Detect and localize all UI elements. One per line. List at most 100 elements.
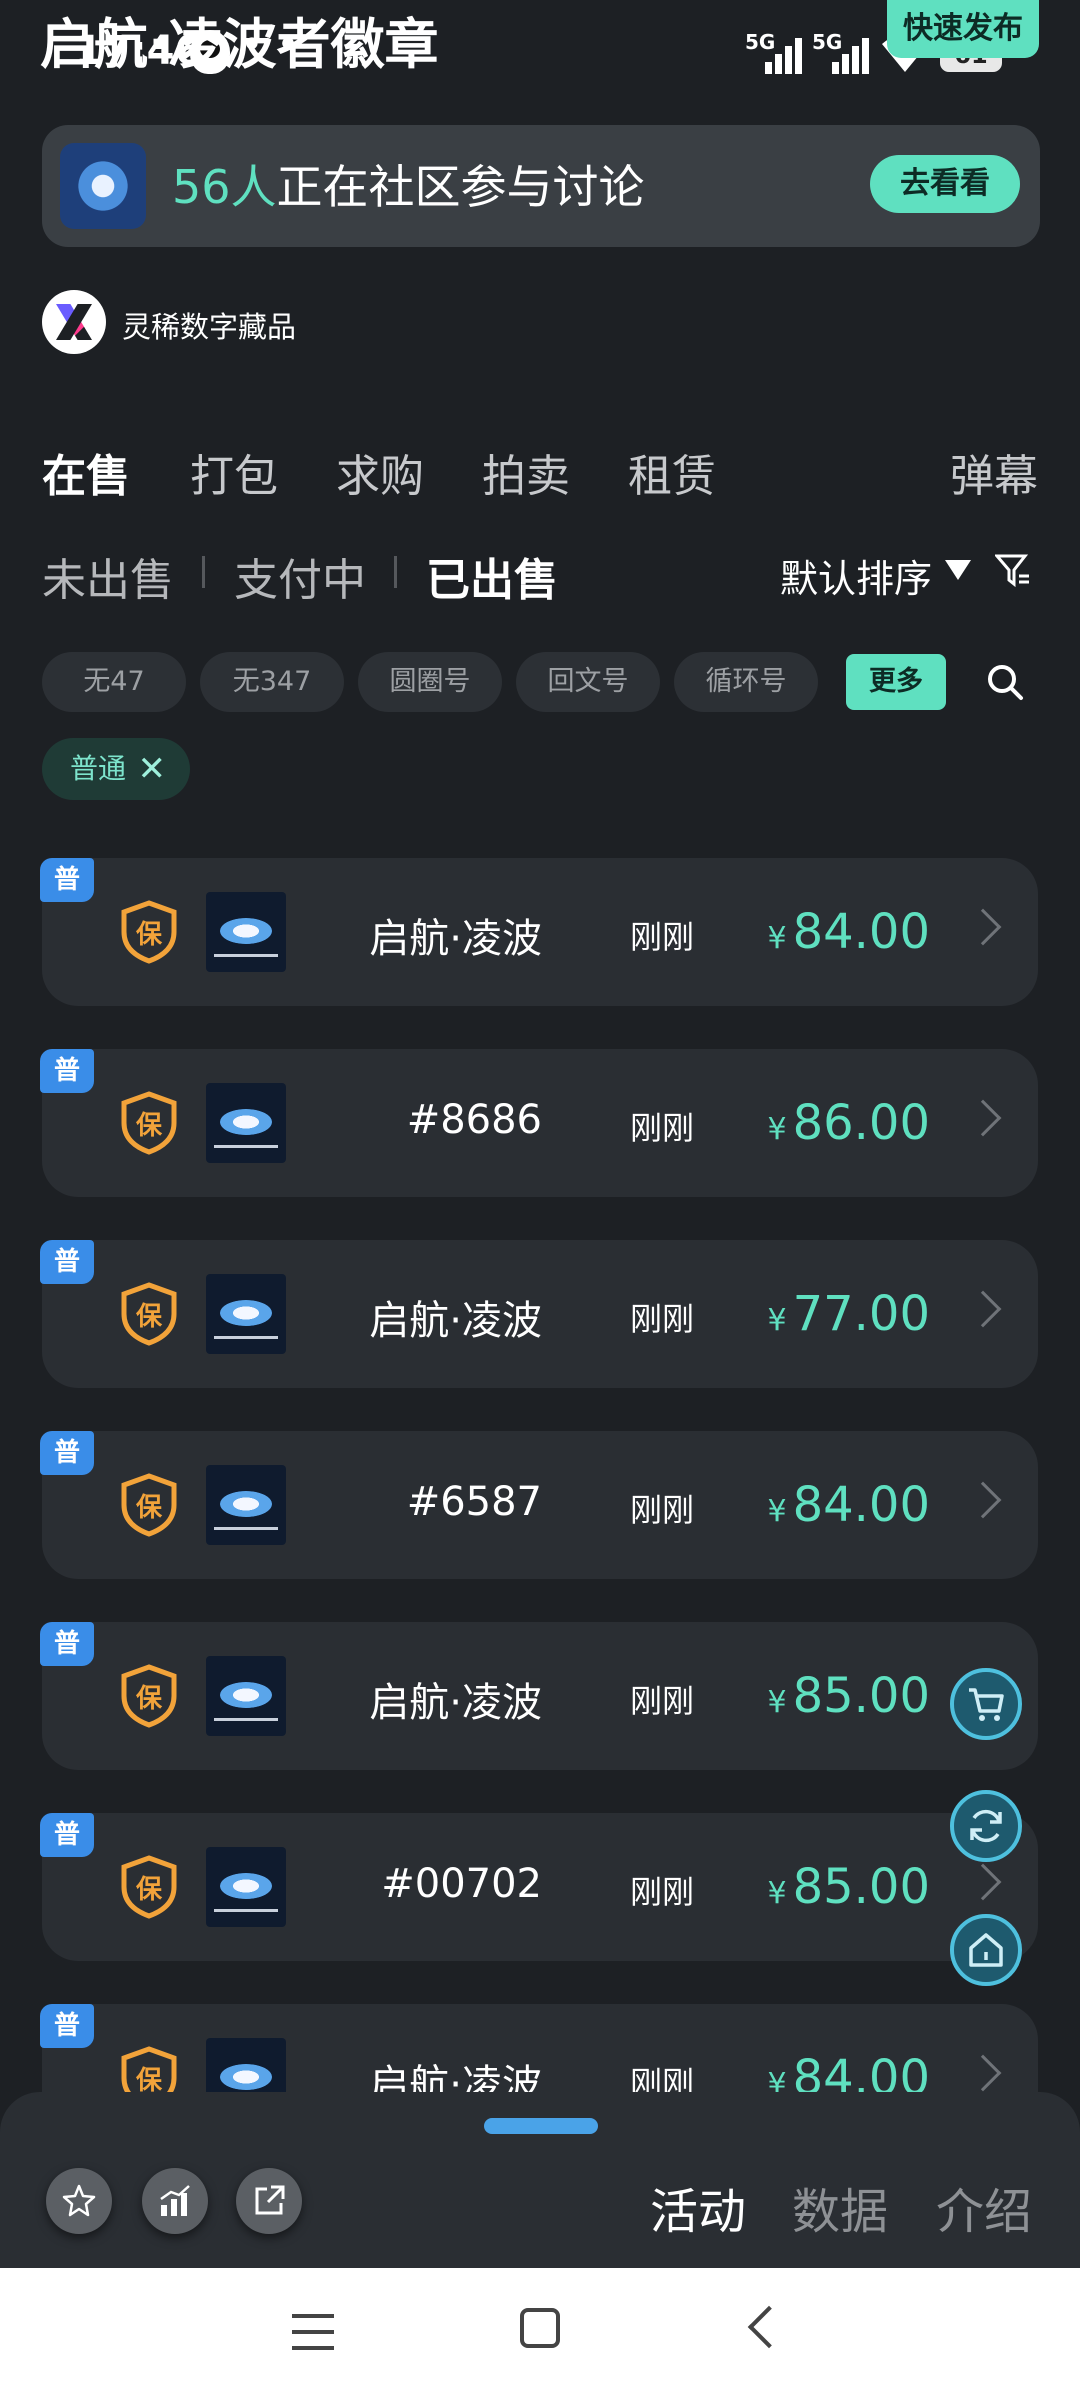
- caret-down-icon[interactable]: [945, 560, 971, 580]
- item-price: ¥85.00: [767, 1859, 930, 1915]
- item-thumbnail: [206, 1847, 286, 1927]
- item-price: ¥86.00: [767, 1095, 930, 1151]
- price-value: 85.00: [792, 1859, 930, 1915]
- guarantee-label: 保: [135, 1302, 162, 1332]
- chip-filter[interactable]: 无347: [200, 652, 344, 712]
- price-value: 84.00: [792, 904, 930, 960]
- item-time: 刚刚: [630, 1682, 695, 1720]
- item-price: ¥84.00: [767, 1477, 930, 1533]
- brand-logo[interactable]: [42, 290, 106, 354]
- signal-icon: 5G: [745, 30, 805, 74]
- brand-name[interactable]: 灵稀数字藏品: [122, 304, 296, 346]
- refresh-icon[interactable]: [950, 1790, 1022, 1862]
- subtab-divider: [394, 556, 397, 588]
- filter-icon[interactable]: [993, 553, 1031, 589]
- subtab-sold[interactable]: 已出售: [426, 544, 558, 608]
- currency-symbol: ¥: [767, 1112, 787, 1147]
- subtab-paying[interactable]: 支付中: [234, 544, 366, 608]
- chevron-right-icon[interactable]: [964, 1863, 1002, 1901]
- system-navbar: [0, 2268, 1080, 2400]
- more-filters-button[interactable]: 更多: [846, 654, 946, 710]
- currency-symbol: ¥: [767, 1685, 787, 1720]
- item-time: 刚刚: [630, 1491, 695, 1529]
- item-time: 刚刚: [630, 1300, 695, 1338]
- community-text: 56人正在社区参与讨论: [172, 151, 645, 217]
- bottom-sheet: 活动 数据 介绍: [0, 2092, 1080, 2268]
- rarity-badge: 普: [40, 1813, 94, 1857]
- back-icon[interactable]: [747, 2305, 791, 2349]
- chip-filter[interactable]: 循环号: [674, 652, 818, 712]
- guarantee-shield-icon: 保: [120, 900, 178, 964]
- star-icon[interactable]: [46, 2168, 112, 2234]
- home-icon[interactable]: [950, 1914, 1022, 1986]
- item-time: 刚刚: [630, 1109, 695, 1147]
- list-item[interactable]: 普 保 #00702 刚刚 ¥85.00: [40, 1813, 1038, 1961]
- signal-icon-2: 5G: [812, 30, 872, 74]
- chip-filter[interactable]: 圆圈号: [358, 652, 502, 712]
- signal-label: 5G: [745, 30, 776, 54]
- tab-intro[interactable]: 介绍: [936, 2172, 1032, 2242]
- tab-wanted[interactable]: 求购: [336, 440, 424, 504]
- active-filter-label: 普通: [70, 752, 127, 785]
- tab-auction[interactable]: 拍卖: [482, 440, 570, 504]
- price-value: 85.00: [792, 1668, 930, 1724]
- menu-icon[interactable]: [292, 2314, 334, 2350]
- chart-icon[interactable]: [142, 2168, 208, 2234]
- item-price: ¥85.00: [767, 1668, 930, 1724]
- subtab-unsold[interactable]: 未出售: [42, 544, 174, 608]
- guarantee-shield-icon: 保: [120, 1282, 178, 1346]
- community-banner[interactable]: 56人正在社区参与讨论 去看看: [42, 125, 1040, 247]
- community-caption: 正在社区参与讨论: [276, 160, 645, 214]
- price-value: 77.00: [792, 1286, 930, 1342]
- item-time: 刚刚: [630, 1873, 695, 1911]
- participant-count: 56人: [172, 160, 277, 214]
- currency-symbol: ¥: [767, 1303, 787, 1338]
- list-item[interactable]: 普 保 启航·凌波 刚刚 ¥77.00: [40, 1240, 1038, 1388]
- item-thumbnail: [206, 892, 286, 972]
- page-title: 启航·凌波者徽章: [40, 13, 439, 76]
- signal-label-2: 5G: [812, 30, 843, 54]
- sheet-drag-handle[interactable]: [484, 2118, 598, 2134]
- rarity-badge: 普: [40, 2004, 94, 2048]
- tab-bundle[interactable]: 打包: [190, 440, 278, 504]
- tab-on-sale[interactable]: 在售: [42, 440, 130, 504]
- item-price: ¥84.00: [767, 904, 930, 960]
- currency-symbol: ¥: [767, 1876, 787, 1911]
- close-icon[interactable]: ✕: [138, 738, 167, 800]
- home-square-icon[interactable]: [520, 2308, 560, 2348]
- currency-symbol: ¥: [767, 921, 787, 956]
- quick-post-button[interactable]: 快速发布: [887, 0, 1039, 58]
- share-icon[interactable]: [236, 2168, 302, 2234]
- item-thumbnail: [206, 1083, 286, 1163]
- search-icon[interactable]: [985, 662, 1025, 702]
- list-item[interactable]: 普 保 启航·凌波 刚刚 ¥84.00: [40, 858, 1038, 1006]
- tab-activity[interactable]: 活动: [650, 2172, 746, 2242]
- price-value: 84.00: [792, 1477, 930, 1533]
- price-value: 86.00: [792, 1095, 930, 1151]
- danmaku-toggle[interactable]: 弹幕: [950, 440, 1038, 504]
- rarity-badge: 普: [40, 1049, 94, 1093]
- guarantee-label: 保: [135, 1493, 162, 1523]
- list-item[interactable]: 普 保 #8686 刚刚 ¥86.00: [40, 1049, 1038, 1197]
- sort-dropdown[interactable]: 默认排序: [780, 548, 932, 603]
- tab-data[interactable]: 数据: [792, 2172, 888, 2242]
- chevron-right-icon[interactable]: [964, 2054, 1002, 2092]
- chevron-right-icon[interactable]: [964, 1481, 1002, 1519]
- go-see-button[interactable]: 去看看: [870, 155, 1020, 213]
- chevron-right-icon[interactable]: [964, 1099, 1002, 1137]
- rarity-badge: 普: [40, 858, 94, 902]
- guarantee-label: 保: [135, 1111, 162, 1141]
- community-thumbnail: [60, 143, 146, 229]
- item-time: 刚刚: [630, 918, 695, 956]
- chip-filter[interactable]: 回文号: [516, 652, 660, 712]
- chip-filter[interactable]: 无47: [42, 652, 186, 712]
- chevron-right-icon[interactable]: [964, 1290, 1002, 1328]
- item-name: #8686: [406, 1097, 542, 1143]
- guarantee-shield-icon: 保: [120, 1091, 178, 1155]
- cart-icon[interactable]: [950, 1668, 1022, 1740]
- chevron-right-icon[interactable]: [964, 908, 1002, 946]
- active-filter-chip[interactable]: 普通 ✕: [42, 738, 190, 800]
- tab-rental[interactable]: 租赁: [628, 440, 716, 504]
- list-item[interactable]: 普 保 启航·凌波 刚刚 ¥85.00: [40, 1622, 1038, 1770]
- list-item[interactable]: 普 保 #6587 刚刚 ¥84.00: [40, 1431, 1038, 1579]
